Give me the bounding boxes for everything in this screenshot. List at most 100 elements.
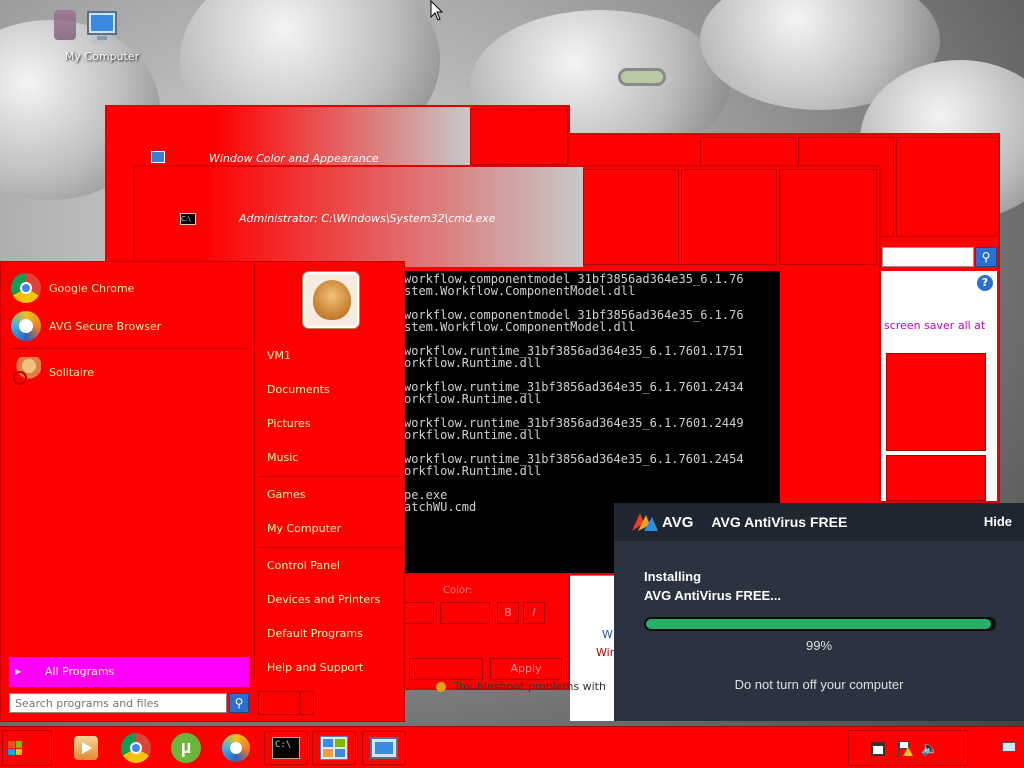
- start-link-help-and-support[interactable]: Help and Support: [267, 661, 363, 674]
- font-size-input[interactable]: [404, 602, 434, 624]
- troubleshoot-link[interactable]: Troubleshoot problems with: [436, 680, 614, 694]
- window-title: Window Color and Appearance: [209, 152, 379, 165]
- start-link-my-computer[interactable]: My Computer: [267, 522, 341, 535]
- search-icon[interactable]: ⚲: [229, 693, 249, 713]
- avg-title: AVG AntiVirus FREE: [711, 514, 848, 530]
- minimize-button[interactable]: [583, 169, 679, 265]
- start-link-control-panel[interactable]: Control Panel: [267, 559, 340, 572]
- taskbar-chrome[interactable]: [116, 731, 156, 765]
- taskbar-cmd[interactable]: C:\: [264, 731, 308, 765]
- back-content-text-area: W Win: [570, 576, 617, 721]
- recycle-bin-icon[interactable]: [54, 10, 76, 40]
- italic-button[interactable]: I: [523, 602, 545, 624]
- start-link-games[interactable]: Games: [267, 488, 305, 501]
- close-button[interactable]: [896, 137, 996, 237]
- cmd-icon: C:\: [272, 737, 300, 759]
- search-icon[interactable]: ⚲: [975, 247, 997, 267]
- recent-program-solitaire[interactable]: Solitaire: [11, 354, 94, 390]
- avg-warning-text: Do not turn off your computer: [734, 677, 904, 692]
- start-link-pictures[interactable]: Pictures: [267, 417, 311, 430]
- console-line: orkflow.Runtime.dll: [404, 428, 542, 442]
- solitaire-icon: [11, 357, 41, 387]
- pinned-program-google-chrome[interactable]: Google Chrome: [11, 270, 134, 306]
- bold-button[interactable]: B: [497, 602, 519, 624]
- maximize-button[interactable]: [681, 169, 777, 265]
- close-button[interactable]: [470, 109, 568, 165]
- avg-logo-icon: AVG: [630, 511, 693, 533]
- taskbar-utorrent[interactable]: µ: [166, 731, 206, 765]
- font-color-dropdown[interactable]: [440, 602, 490, 624]
- avg-hide-button[interactable]: Hide: [984, 514, 1012, 529]
- system-tray: 🔈: [848, 730, 968, 766]
- show-desktop-button[interactable]: [996, 730, 1022, 766]
- recent-program-label: Solitaire: [49, 365, 94, 379]
- start-link-vm1[interactable]: VM1: [267, 349, 291, 362]
- chrome-icon: [121, 733, 151, 763]
- troubleshoot-text: Troubleshoot problems with: [454, 680, 606, 693]
- appearance-icon: [151, 151, 165, 163]
- pinned-program-label: AVG Secure Browser: [49, 319, 162, 333]
- control-panel-icon: [320, 736, 348, 760]
- avg-progress-fill: [646, 619, 991, 629]
- start-menu[interactable]: Google Chrome AVG Secure Browser Solitai…: [0, 261, 405, 722]
- avg-install-popup[interactable]: AVG AVG AntiVirus FREE Hide Installing A…: [614, 503, 1024, 721]
- shutdown-options-button[interactable]: [300, 691, 314, 715]
- user-avatar[interactable]: [303, 272, 359, 328]
- taskbar-control-panel[interactable]: [312, 731, 356, 765]
- taskbar-media-player[interactable]: [66, 731, 106, 765]
- start-menu-separator: [11, 348, 249, 349]
- wallpaper-green-detail: [618, 68, 666, 86]
- start-link-documents[interactable]: Documents: [267, 383, 330, 396]
- sample-block: [886, 455, 986, 501]
- start-link-default-programs[interactable]: Default Programs: [267, 627, 363, 640]
- avg-progress-bar: [644, 617, 996, 631]
- apply-button[interactable]: Apply: [490, 658, 562, 680]
- start-search-input[interactable]: [9, 693, 227, 713]
- avg-browser-icon: [222, 734, 250, 762]
- windows-logo-icon: [8, 741, 22, 755]
- window-title: Administrator: C:\Windows\System32\cmd.e…: [239, 212, 496, 225]
- taskbar-display-settings[interactable]: [362, 731, 406, 765]
- content-text-w: W: [602, 628, 613, 641]
- mouse-cursor-icon: [430, 0, 444, 21]
- console-line: orkflow.Runtime.dll: [404, 464, 542, 478]
- avg-progress-text: 99%: [805, 638, 833, 653]
- start-link-devices-and-printers[interactable]: Devices and Printers: [267, 593, 380, 606]
- start-button[interactable]: [2, 730, 52, 766]
- chrome-icon: [11, 273, 41, 303]
- taskbar: µ C:\ 🔈: [0, 726, 1024, 768]
- control-panel-search-input[interactable]: [882, 247, 974, 267]
- sample-block: [886, 353, 986, 451]
- computer-icon: [82, 10, 122, 46]
- action-center-flag-icon[interactable]: [897, 741, 913, 757]
- start-menu-programs-pane: Google Chrome AVG Secure Browser Solitai…: [3, 264, 255, 680]
- volume-icon[interactable]: 🔈: [921, 741, 939, 757]
- console-line: stem.Workflow.ComponentModel.dll: [404, 320, 636, 334]
- start-menu-separator: [259, 476, 403, 477]
- help-icon[interactable]: ?: [977, 275, 993, 291]
- network-icon[interactable]: [871, 742, 885, 756]
- troubleshoot-icon: [436, 682, 446, 692]
- console-line: stem.Workflow.ComponentModel.dll: [404, 284, 636, 298]
- arrow-right-icon: ▶: [15, 667, 22, 676]
- close-button[interactable]: [779, 169, 877, 265]
- ok-button[interactable]: [409, 658, 483, 680]
- help-text: screen saver all at: [884, 319, 986, 332]
- avg-brand: AVG: [662, 513, 694, 531]
- all-programs-label: All Programs: [45, 665, 115, 678]
- start-link-music[interactable]: Music: [267, 451, 298, 464]
- pinned-program-avg-secure-browser[interactable]: AVG Secure Browser: [11, 308, 161, 344]
- color-label: Color:: [443, 585, 473, 596]
- avg-header: AVG AVG AntiVirus FREE Hide: [614, 503, 1024, 541]
- notification-icon: [1002, 742, 1016, 752]
- all-programs-button[interactable]: ▶ All Programs: [9, 657, 249, 687]
- taskbar-avg-browser[interactable]: [216, 731, 256, 765]
- shutdown-button[interactable]: [258, 691, 300, 715]
- start-menu-separator: [259, 547, 403, 548]
- console-line: orkflow.Runtime.dll: [404, 392, 542, 406]
- pinned-program-label: Google Chrome: [49, 281, 135, 295]
- media-player-icon: [74, 736, 98, 760]
- desktop-icon-label: My Computer: [64, 50, 140, 63]
- utorrent-icon: µ: [171, 733, 201, 763]
